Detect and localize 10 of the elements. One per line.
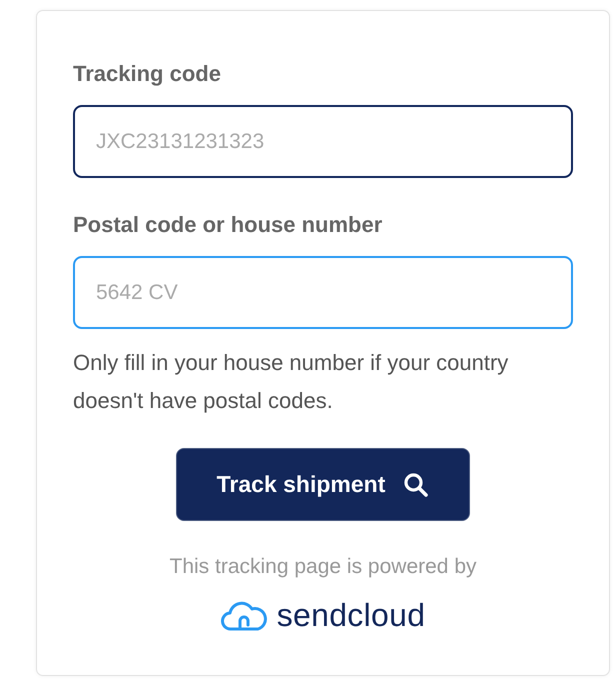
search-icon bbox=[403, 472, 430, 498]
track-shipment-button[interactable]: Track shipment bbox=[176, 448, 470, 521]
input-field[interactable]: JXC23131231323 bbox=[73, 105, 573, 178]
field-label: Postal code or house number bbox=[73, 212, 384, 238]
brand-name: sendcloud bbox=[276, 597, 426, 634]
help-text: Only fill in your house number if your country doesn't have postal codes. bbox=[73, 349, 510, 415]
powered-by-text: This tracking page is powered by bbox=[168, 555, 478, 579]
field-label: Tracking code bbox=[73, 61, 222, 87]
input-field[interactable]: 5642 CV bbox=[73, 256, 573, 329]
cloud-logo-icon bbox=[220, 600, 267, 632]
